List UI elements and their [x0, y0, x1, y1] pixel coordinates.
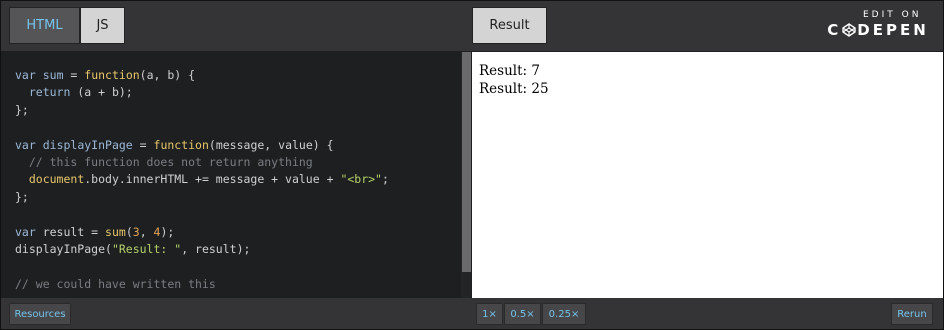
code-editor[interactable]: var sum = function(a, b) { return (a + b…: [1, 52, 461, 298]
code-line: };: [15, 189, 29, 204]
code-line: var displayInPage = function(message, va…: [15, 137, 334, 152]
logo-right-text: DEPEN: [857, 21, 929, 39]
result-pane: Result: 7 Result: 25: [472, 52, 943, 298]
tab-result[interactable]: Result: [472, 7, 547, 44]
code-line: };: [15, 102, 29, 117]
code-line: document.body.innerHTML += message + val…: [28, 172, 389, 187]
zoom-0-5x-button[interactable]: 0.5×: [504, 303, 541, 325]
codepen-embed: HTML JS Result EDIT ON C DEPEN var sum =…: [0, 0, 944, 330]
code-line: return (a + b);: [28, 85, 133, 100]
tab-html[interactable]: HTML: [9, 7, 80, 44]
codepen-cube-icon: [842, 23, 856, 37]
code-line: // this function does not return anythin…: [28, 155, 313, 170]
top-bar: HTML JS Result EDIT ON C DEPEN: [1, 1, 943, 51]
code-line: var result = sum(3, 4);: [15, 224, 175, 239]
bottom-bar: Resources 1× 0.5× 0.25× Rerun: [1, 298, 943, 329]
code-block: var sum = function(a, b) { return (a + b…: [1, 52, 461, 293]
logo-left-text: C: [827, 21, 842, 39]
scrollbar-thumb[interactable]: [462, 52, 471, 272]
codepen-logo: C DEPEN: [823, 21, 933, 39]
code-line: // we could have written this: [15, 276, 216, 291]
tab-js[interactable]: JS: [80, 7, 125, 44]
edit-on-label: EDIT ON: [863, 10, 922, 20]
result-line: Result: 7: [479, 63, 540, 79]
code-scrollbar[interactable]: [461, 52, 471, 298]
zoom-0-25x-button[interactable]: 0.25×: [542, 303, 586, 325]
rerun-button[interactable]: Rerun: [891, 303, 933, 325]
result-line: Result: 25: [479, 81, 549, 97]
edit-on-codepen-link[interactable]: EDIT ON C DEPEN: [823, 7, 933, 47]
code-line: displayInPage("Result: ", result);: [15, 242, 251, 257]
resources-button[interactable]: Resources: [9, 303, 71, 325]
zoom-1x-button[interactable]: 1×: [476, 303, 503, 325]
result-output: Result: 7 Result: 25: [472, 52, 943, 98]
code-line: var sum = function(a, b) {: [15, 68, 196, 82]
